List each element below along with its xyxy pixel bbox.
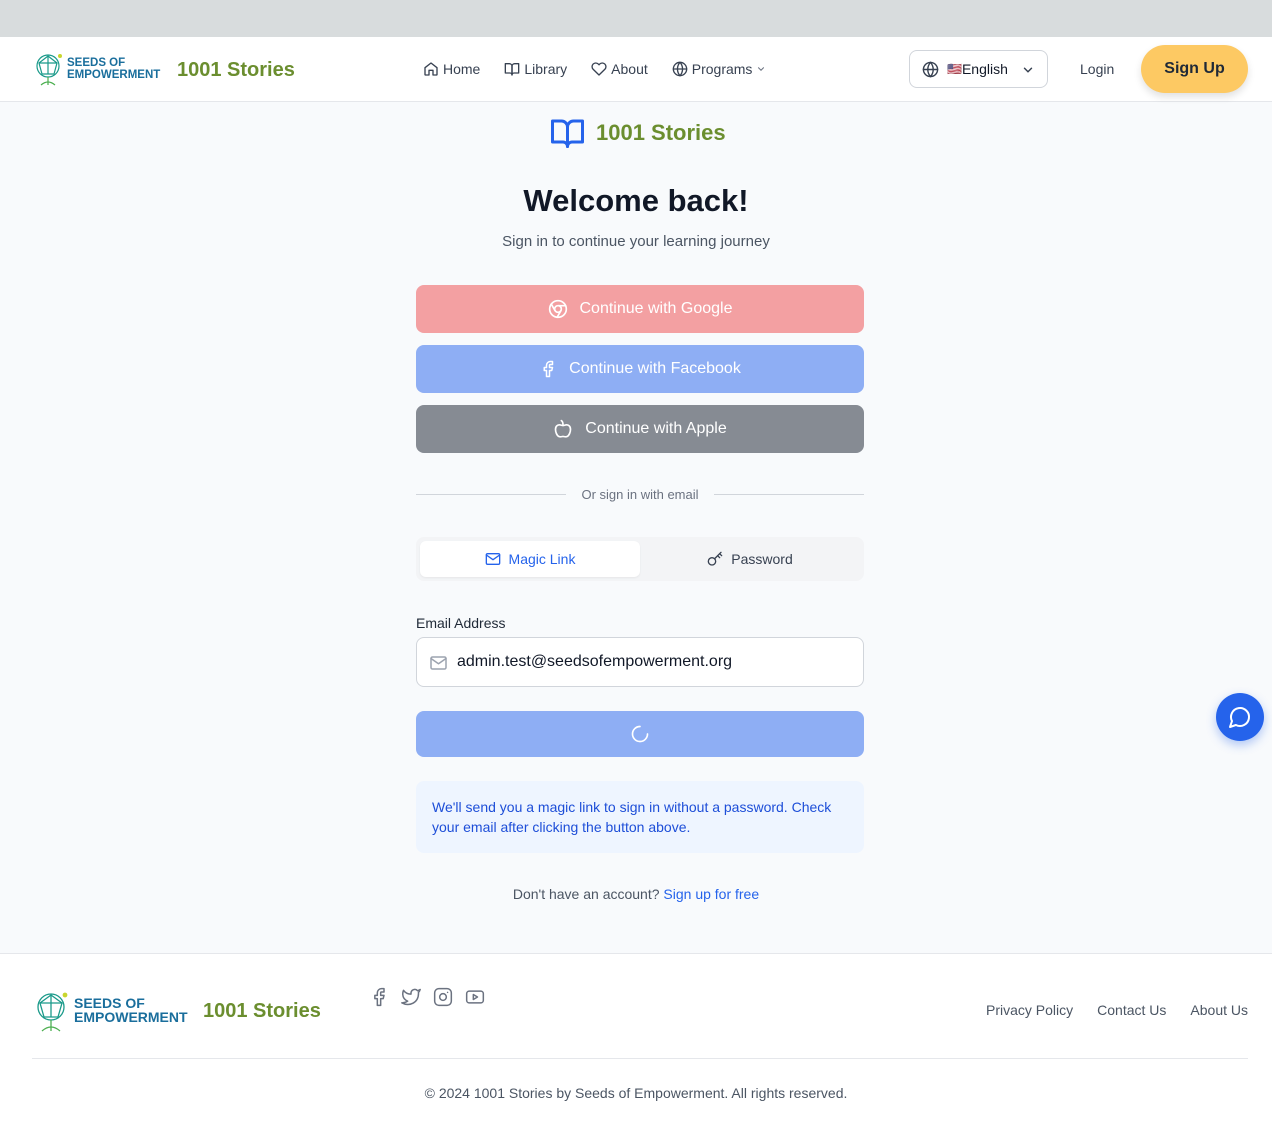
facebook-signin-button[interactable]: Continue with Facebook <box>416 345 864 393</box>
nav-about-label: About <box>611 61 648 77</box>
mail-icon <box>430 656 447 670</box>
svg-text:EMPOWERMENT: EMPOWERMENT <box>74 1009 188 1025</box>
nav-library[interactable]: Library <box>504 59 567 79</box>
signup-free-link[interactable]: Sign up for free <box>663 886 759 902</box>
language-select[interactable]: 🇺🇸 English <box>909 50 1048 88</box>
browser-top-strip <box>0 0 1272 37</box>
chat-button[interactable] <box>1216 693 1264 741</box>
book-icon <box>551 119 584 148</box>
globe-icon <box>672 61 688 77</box>
nav-home[interactable]: Home <box>423 59 480 79</box>
apple-icon <box>554 419 572 438</box>
email-divider: Or sign in with email <box>416 486 864 504</box>
tab-password[interactable]: Password <box>640 541 860 577</box>
nav-brand-name[interactable]: 1001 Stories <box>177 59 295 82</box>
google-signin-button[interactable]: Continue with Google <box>416 285 864 333</box>
seeds-logo[interactable]: SEEDS OF EMPOWERMENT <box>33 989 189 1033</box>
tab-password-label: Password <box>731 551 793 567</box>
loading-spinner-icon <box>631 725 649 743</box>
chat-bubble-icon <box>1229 707 1250 728</box>
auth-brand-name: 1001 Stories <box>596 120 726 145</box>
key-icon <box>707 551 723 566</box>
chrome-icon <box>548 299 567 319</box>
contact-us-link[interactable]: Contact Us <box>1097 1002 1166 1018</box>
login-link[interactable]: Login <box>1080 61 1114 77</box>
seeds-logo[interactable]: SEEDS OF EMPOWERMENT <box>33 51 163 87</box>
instagram-icon[interactable] <box>433 987 453 1007</box>
apple-signin-label: Continue with Apple <box>585 420 727 437</box>
auth-brand: 1001 Stories <box>549 115 726 151</box>
heart-icon <box>591 62 607 76</box>
nav-programs-label: Programs <box>691 61 753 77</box>
copyright-text: © 2024 1001 Stories by Seeds of Empowerm… <box>424 1085 848 1101</box>
svg-text:EMPOWERMENT: EMPOWERMENT <box>67 69 160 81</box>
no-account-text: Don't have an account? <box>512 886 660 902</box>
footer-divider <box>32 1058 1248 1059</box>
nav-home-label: Home <box>443 61 481 77</box>
signup-button[interactable]: Sign Up <box>1141 45 1248 93</box>
navbar: SEEDS OF EMPOWERMENT 1001 Stories Home L… <box>0 37 1272 102</box>
footer-brand-name: 1001 Stories <box>203 1000 321 1022</box>
about-us-link[interactable]: About Us <box>1190 1002 1248 1018</box>
magic-link-info: We'll send you a magic link to sign in w… <box>416 781 864 853</box>
nav-library-label: Library <box>524 61 568 77</box>
language-label: English <box>961 61 1008 77</box>
tab-magic-link[interactable]: Magic Link <box>420 541 640 577</box>
privacy-policy-link[interactable]: Privacy Policy <box>986 1002 1073 1018</box>
facebook-icon <box>543 360 554 378</box>
footer-social-links <box>369 987 485 1007</box>
email-field-wrapper <box>416 637 864 687</box>
svg-text:SEEDS OF: SEEDS OF <box>67 57 125 69</box>
us-flag-icon: 🇺🇸 <box>947 62 962 76</box>
divider-line-right <box>714 494 864 495</box>
facebook-icon[interactable] <box>369 987 389 1007</box>
chevron-down-icon <box>758 67 765 71</box>
youtube-icon[interactable] <box>465 987 485 1007</box>
mail-icon <box>485 553 500 565</box>
signin-method-tabs: Magic Link Password <box>416 537 864 581</box>
email-field[interactable] <box>457 638 857 686</box>
google-signin-label: Continue with Google <box>579 300 733 317</box>
book-icon <box>505 63 520 76</box>
signup-prompt: Don't have an account? Sign up for free <box>0 886 1272 902</box>
twitter-icon[interactable] <box>401 987 421 1007</box>
home-icon <box>424 62 438 76</box>
page-title: Welcome back! <box>523 183 749 218</box>
footer: SEEDS OF EMPOWERMENT 1001 Stories Privac… <box>0 953 1272 1135</box>
facebook-signin-label: Continue with Facebook <box>569 360 741 377</box>
main-nav: Home Library About Programs <box>423 59 794 79</box>
send-magic-link-button[interactable] <box>416 711 864 757</box>
globe-icon <box>922 60 939 78</box>
nav-programs[interactable]: Programs <box>672 59 771 79</box>
email-label: Email Address <box>416 615 506 631</box>
footer-links: Privacy Policy Contact Us About Us <box>986 1002 1248 1018</box>
tab-magic-link-label: Magic Link <box>508 551 576 567</box>
nav-about[interactable]: About <box>591 59 648 79</box>
page-subtitle: Sign in to continue your learning journe… <box>502 233 770 250</box>
chevron-down-icon <box>1023 67 1033 73</box>
apple-signin-button[interactable]: Continue with Apple <box>416 405 864 453</box>
